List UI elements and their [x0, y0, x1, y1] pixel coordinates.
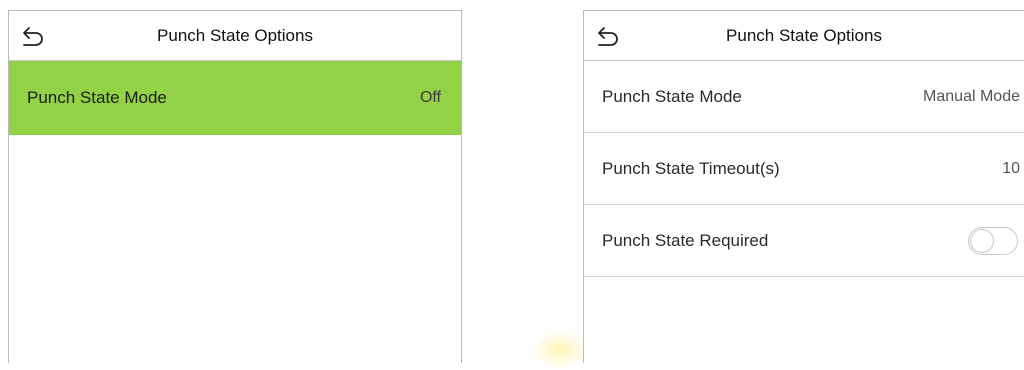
menu-item-punch-state-mode[interactable]: Punch State Mode Manual Mode: [584, 61, 1024, 133]
menu-item-value: Off: [419, 89, 441, 106]
menu-item-label: Punch State Required: [602, 231, 769, 250]
right-screen: Punch State Options Punch State Mode Man…: [583, 10, 1024, 363]
menu-item-punch-state-mode[interactable]: Punch State Mode Off: [9, 61, 461, 135]
menu-item-label: Punch State Timeout(s): [602, 159, 780, 178]
toggle-knob: [970, 229, 994, 253]
page-title: Punch State Options: [726, 26, 882, 45]
page-title: Punch State Options: [157, 26, 313, 45]
left-screen: Punch State Options Punch State Mode Off: [8, 10, 462, 363]
menu-item-value: Manual Mode: [923, 88, 1020, 105]
toggle-switch-icon[interactable]: [968, 227, 1018, 255]
background-glow: [530, 330, 590, 370]
menu-item-punch-state-required[interactable]: Punch State Required: [584, 205, 1024, 277]
menu-item-punch-state-timeout[interactable]: Punch State Timeout(s) 10: [584, 133, 1024, 205]
header: Punch State Options: [584, 11, 1024, 61]
menu-item-label: Punch State Mode: [602, 87, 742, 106]
menu-item-value: 10: [1002, 160, 1020, 177]
menu-item-label: Punch State Mode: [27, 88, 167, 107]
header: Punch State Options: [9, 11, 461, 61]
